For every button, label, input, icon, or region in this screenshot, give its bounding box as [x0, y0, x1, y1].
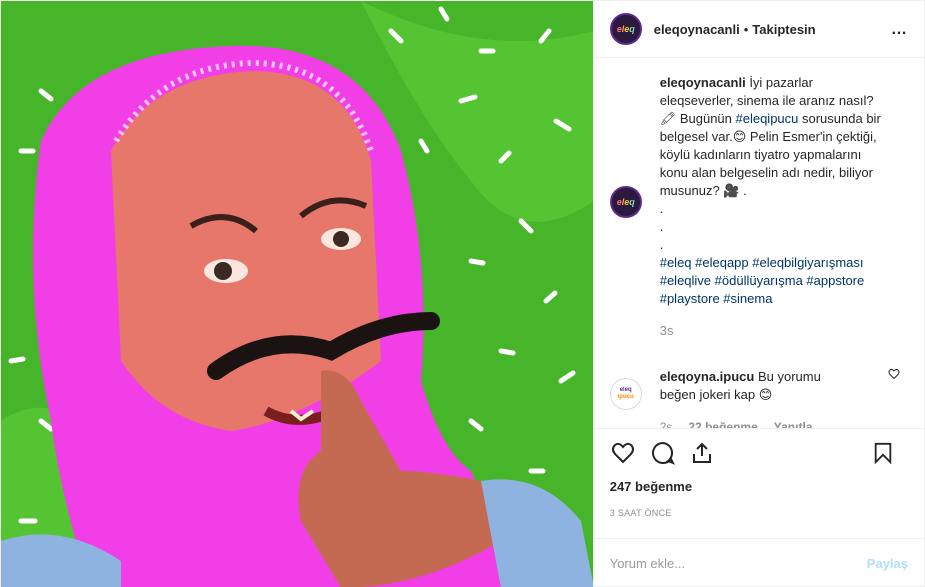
- more-options-icon[interactable]: …: [891, 21, 908, 39]
- follow-status[interactable]: Takiptesin: [752, 22, 815, 37]
- comment-time[interactable]: 2s: [660, 418, 673, 428]
- caption-avatar[interactable]: eleq: [609, 186, 642, 218]
- author-username[interactable]: eleqoynacanli: [654, 22, 740, 37]
- caption-hashtags[interactable]: #eleq #eleqapp #eleqbilgiyarışması #eleq…: [660, 254, 890, 308]
- add-comment-bar: Paylaş: [593, 538, 924, 587]
- post-image[interactable]: [1, 1, 593, 587]
- caption-dot: .: [659, 201, 664, 216]
- post-actions: 247 beğenme 3 SAAT ÖNCE: [593, 428, 924, 538]
- caption-text: eleqoynacanli İyi pazarlar eleqseverler,…: [660, 74, 890, 340]
- caption-hashtag-link[interactable]: #eleqipucu: [736, 111, 799, 126]
- post-illustration: [1, 1, 593, 587]
- commenter-avatar[interactable]: eleq ipucu: [609, 378, 642, 410]
- save-bookmark-icon[interactable]: [872, 441, 894, 465]
- caption-time[interactable]: 3s: [660, 322, 890, 340]
- reply-button[interactable]: Yanıtla: [774, 418, 813, 428]
- action-icons: [610, 439, 908, 467]
- comment-input[interactable]: [609, 556, 867, 571]
- avatar-logo-text: eleq: [616, 24, 635, 34]
- caption-username[interactable]: eleqoynacanli: [660, 75, 746, 90]
- author-avatar[interactable]: eleq: [609, 13, 642, 45]
- commenter-username[interactable]: eleqoyna.ipucu: [660, 369, 755, 384]
- post-timestamp[interactable]: 3 SAAT ÖNCE: [610, 508, 908, 518]
- post-sidebar: eleq eleqoynacanli • Takiptesin … eleq e…: [592, 1, 924, 587]
- commenter-avatar-logo: eleq ipucu: [618, 387, 634, 401]
- comment-body: eleqoyna.ipucu Bu yorumu beğen jokeri ka…: [660, 368, 860, 428]
- comment-likes[interactable]: 22 beğenme: [688, 418, 757, 428]
- instagram-post: eleq eleqoynacanli • Takiptesin … eleq e…: [0, 0, 925, 587]
- comments-section: eleq eleqoynacanli İyi pazarlar eleqseve…: [594, 58, 924, 428]
- comment-like-heart-icon[interactable]: [888, 368, 900, 383]
- comment-meta: 2s 22 beğenme Yanıtla: [660, 418, 860, 428]
- comment-bubble-icon[interactable]: [650, 441, 676, 465]
- caption-dot: .: [659, 237, 664, 252]
- avatar-logo-text: eleq: [616, 197, 635, 207]
- caption: eleq eleqoynacanli İyi pazarlar eleqseve…: [609, 74, 908, 340]
- caption-dot: .: [659, 219, 664, 234]
- like-heart-icon[interactable]: [610, 441, 636, 465]
- share-icon[interactable]: [690, 441, 714, 465]
- comment-item: eleq ipucu eleqoyna.ipucu Bu yorumu beğen…: [609, 368, 908, 428]
- post-comment-button[interactable]: Paylaş: [867, 556, 908, 571]
- avatar-bottom-text: ipucu: [617, 394, 634, 400]
- post-header: eleq eleqoynacanli • Takiptesin …: [593, 1, 924, 58]
- avatar-top-text: eleq: [619, 387, 632, 393]
- likes-count[interactable]: 247 beğenme: [610, 479, 908, 494]
- header-separator: •: [743, 21, 749, 37]
